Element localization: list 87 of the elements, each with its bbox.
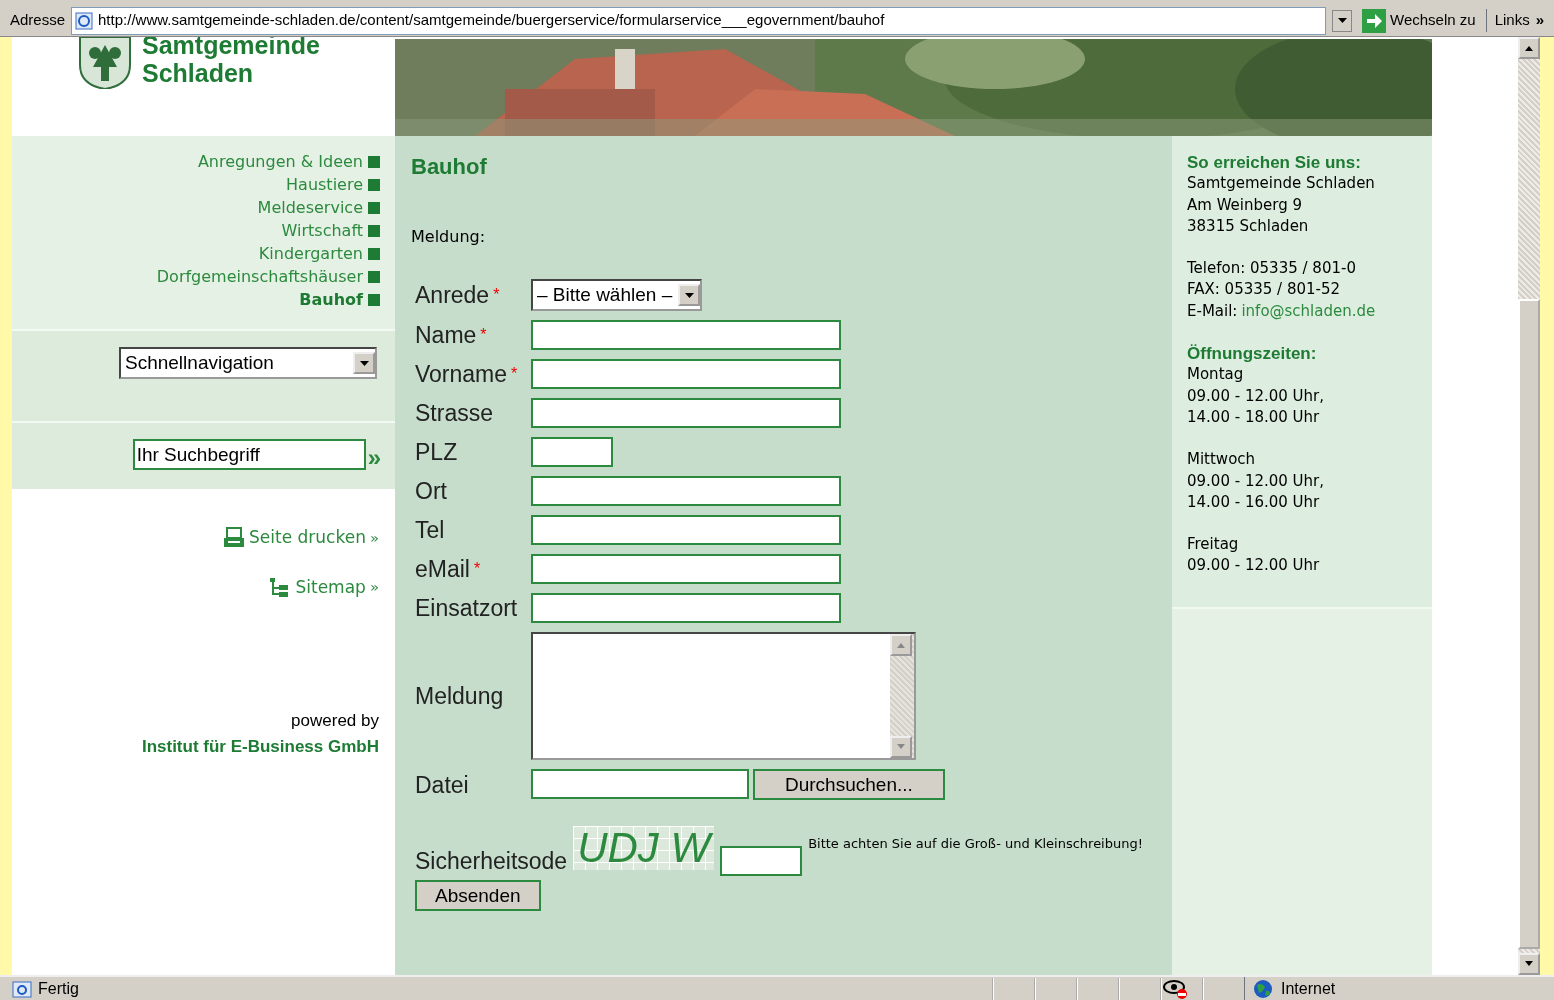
hours-text: 14.00 - 18.00 Uhr <box>1187 406 1321 428</box>
address-line: Samtgemeinde Schladen <box>1187 173 1376 195</box>
required-mark: * <box>473 560 481 577</box>
hours-text: 09.00 - 12.00 Uhr, <box>1187 470 1326 492</box>
address-label: Adresse <box>10 10 66 31</box>
links-label[interactable]: Links <box>1485 9 1530 32</box>
dropdown-button[interactable] <box>1332 9 1352 32</box>
scroll-thumb[interactable] <box>1518 299 1540 949</box>
browse-button[interactable]: Durchsuchen... <box>753 769 945 800</box>
caret-icon <box>1337 18 1347 23</box>
field-label: Strasse <box>415 399 494 428</box>
hint-text: Bitte achten Sie auf die Groß- und Kleinschreibung! <box>808 835 1143 854</box>
text-field[interactable] <box>531 437 613 467</box>
privacy-icon[interactable] <box>1162 978 1190 999</box>
page-link[interactable]: Seite drucken <box>249 525 366 551</box>
quick-nav-select[interactable]: Schnellnavigation <box>119 347 377 379</box>
nav-link[interactable]: Bauhof <box>299 288 380 311</box>
hours-text: 14.00 - 16.00 Uhr <box>1187 491 1321 513</box>
text-field[interactable] <box>531 593 841 623</box>
status-text: Fertig <box>38 978 79 999</box>
search-field[interactable]: Ihr Suchbegriff <box>132 439 366 470</box>
nav-link[interactable]: Wirtschaft <box>281 219 380 242</box>
hours-text: 09.00 - 12.00 Uhr, <box>1187 385 1326 407</box>
file-field[interactable] <box>531 769 749 799</box>
field-label: Name * <box>415 321 488 350</box>
page-icon <box>12 978 32 999</box>
logo-text: Schladen <box>142 59 255 87</box>
text-field[interactable] <box>531 554 841 584</box>
text-field[interactable] <box>531 320 841 350</box>
nav-link[interactable]: Haustiere <box>286 173 380 196</box>
text-field[interactable] <box>531 398 841 428</box>
nav-link[interactable]: Meldeservice <box>257 196 380 219</box>
field-label: Datei <box>415 770 470 800</box>
phone-line: Telefon: 05335 / 801-0 <box>1187 258 1357 280</box>
captcha-image: UDJ W <box>573 826 715 870</box>
field-label: PLZ <box>415 438 459 467</box>
weekday-text: Mittwoch <box>1187 449 1257 471</box>
page-link[interactable]: Sitemap <box>295 574 366 600</box>
phone-line: FAX: 05335 / 801-52 <box>1187 279 1342 301</box>
globe-icon <box>1253 978 1273 999</box>
required-mark: * <box>480 326 487 343</box>
url-text: http://www.samtgemeinde-schladen.de/content/samtgemeinde/buergerservice/formularservice___egovernment/bauhof <box>98 10 885 31</box>
zone-text: Internet <box>1281 978 1336 999</box>
field-label: Vorname * <box>415 360 519 389</box>
field-label: Anrede * <box>415 281 501 310</box>
more-chevron[interactable]: » <box>1535 9 1544 32</box>
required-mark: * <box>511 365 518 382</box>
required-mark: * <box>493 286 500 303</box>
go-button[interactable]: Wechseln zu <box>1358 8 1480 33</box>
field-label: Einsatzort <box>415 594 519 623</box>
scrollbar[interactable] <box>1518 37 1540 975</box>
hours-text: 09.00 - 12.00 Uhr <box>1187 555 1321 577</box>
nav-link[interactable]: Kindergarten <box>258 242 380 265</box>
weekday-text: Freitag <box>1187 534 1240 556</box>
page-icon <box>74 10 95 31</box>
chevron-icon: » <box>369 526 379 549</box>
text-field[interactable] <box>531 515 841 545</box>
printer-icon[interactable] <box>223 527 246 549</box>
submit-button[interactable]: Absenden <box>415 880 541 911</box>
field-label: Meldung <box>415 682 505 711</box>
page-title: Bauhof <box>411 153 488 181</box>
contact-heading: So erreichen Sie uns: <box>1187 152 1362 174</box>
nav-link[interactable]: Anregungen & Ideen <box>197 150 380 173</box>
field-label: eMail * <box>415 555 482 584</box>
captcha-field[interactable] <box>720 846 803 876</box>
address-line: Am Weinberg 9 <box>1187 194 1303 216</box>
hours-heading: Öffnungszeiten: <box>1187 343 1318 365</box>
powered-by-text: powered by <box>290 710 379 732</box>
search-button[interactable]: » <box>367 445 381 471</box>
caret-icon <box>684 292 694 298</box>
text-field[interactable] <box>531 476 841 506</box>
text-field[interactable] <box>531 359 841 389</box>
company-link[interactable]: Institut für E-Business GmbH <box>12 733 379 759</box>
nav-link[interactable]: Dorfgemeinschaftshäuser <box>156 265 380 288</box>
weekday-text: Montag <box>1187 364 1245 386</box>
chevron-icon: » <box>369 576 379 599</box>
address-field[interactable]: http://www.samtgemeinde-schladen.de/content/samtgemeinde/buergerservice/formularservice___egovernment/bauhof <box>71 6 1326 35</box>
field-label: Tel <box>415 516 446 545</box>
form-subtitle: Meldung: <box>411 226 487 248</box>
salutation-select[interactable]: – Bitte wählen – <box>531 279 703 311</box>
caret-icon <box>359 360 369 366</box>
field-label: Sicherheitsode <box>415 847 568 876</box>
coat-of-arms-icon <box>78 37 132 89</box>
field-label: Ort <box>415 477 448 506</box>
email-link[interactable]: info@schladen.de <box>1241 300 1376 323</box>
address-line: 38315 Schladen <box>1187 215 1310 237</box>
email-label: E-Mail: <box>1187 300 1238 322</box>
